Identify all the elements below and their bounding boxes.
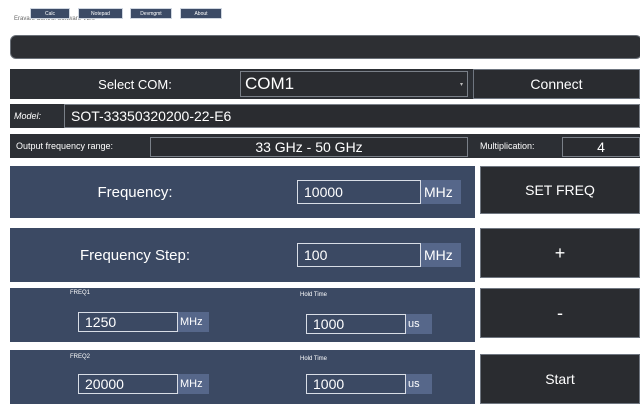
- freq1-hold-time-label: Hold Time: [300, 292, 328, 298]
- frequency-step-unit: MHz: [421, 243, 461, 267]
- decrement-button[interactable]: -: [480, 288, 640, 338]
- freq2-input[interactable]: 20000: [78, 374, 178, 394]
- output-range-label: Output frequency range:: [16, 141, 114, 151]
- increment-button[interactable]: +: [480, 228, 640, 278]
- freq1-unit: MHz: [178, 312, 209, 332]
- model-label: Model:: [14, 111, 42, 121]
- freq2-hold-time-input[interactable]: 1000: [306, 374, 406, 394]
- frequency-step-label: Frequency Step:: [79, 246, 191, 264]
- toolbar: [10, 35, 640, 59]
- freq2-unit: MHz: [178, 374, 209, 394]
- frequency-label: Frequency:: [97, 183, 173, 201]
- com-select-value: COM1: [245, 74, 295, 93]
- freq2-label: FREQ2: [70, 354, 91, 360]
- freq2-hold-time-label: Hold Time: [300, 356, 328, 362]
- multiplication-label: Multiplication:: [480, 141, 535, 151]
- freq1-label: FREQ1: [70, 290, 91, 296]
- com-select[interactable]: COM1 ▾: [240, 71, 468, 97]
- set-freq-button[interactable]: SET FREQ: [480, 166, 640, 214]
- model-field[interactable]: SOT-33350320200-22-E6: [64, 104, 640, 128]
- chevron-down-icon: ▾: [459, 82, 463, 88]
- start-button[interactable]: Start: [480, 354, 640, 404]
- about-button[interactable]: About: [180, 8, 222, 19]
- freq1-hold-time-input[interactable]: 1000: [306, 314, 406, 334]
- devmgmt-button[interactable]: Devmgmt: [130, 8, 172, 19]
- output-range-value: 33 GHz - 50 GHz: [150, 137, 468, 157]
- frequency-unit: MHz: [421, 180, 461, 204]
- frequency-step-input[interactable]: 100: [297, 243, 421, 267]
- freq2-hold-time-unit: us: [406, 374, 432, 394]
- multiplication-value: 4: [562, 137, 640, 157]
- notepad-button[interactable]: Notepad: [78, 8, 123, 19]
- freq1-hold-time-unit: us: [406, 314, 432, 334]
- select-com-label: Select COM:: [98, 76, 172, 92]
- freq1-input[interactable]: 1250: [78, 312, 178, 332]
- calc-button[interactable]: Calc: [30, 8, 70, 19]
- connect-button[interactable]: Connect: [473, 69, 640, 99]
- frequency-input[interactable]: 10000: [297, 180, 421, 204]
